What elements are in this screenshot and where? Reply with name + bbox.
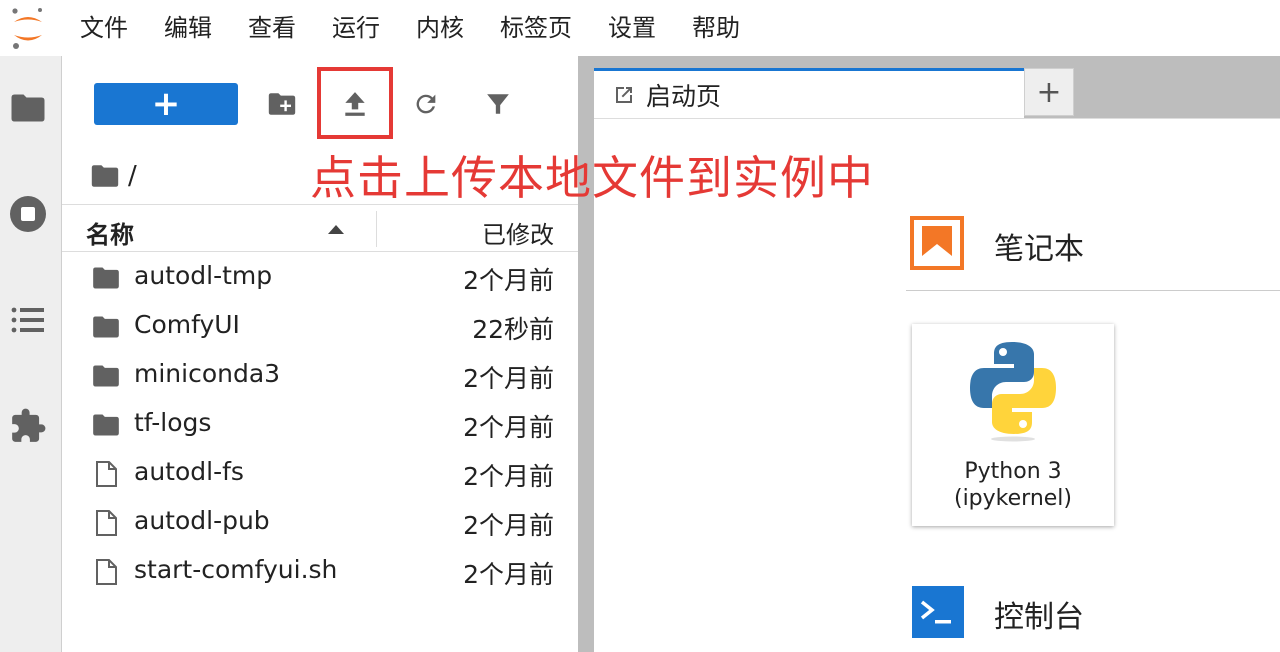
- file-list: autodl-tmp 2个月前 ComfyUI 22秒前 miniconda3 …: [62, 253, 578, 596]
- add-tab-button[interactable]: +: [1024, 68, 1074, 116]
- file-row-comfyui[interactable]: ComfyUI 22秒前: [62, 302, 578, 351]
- folder-icon: [93, 267, 119, 289]
- column-modified-header[interactable]: 已修改: [482, 215, 554, 250]
- notebook-bookmark-icon: [910, 216, 964, 270]
- new-folder-icon[interactable]: [264, 86, 300, 122]
- folder-icon: [93, 414, 119, 436]
- menu-bar: 文件 编辑 查看 运行 内核 标签页 设置 帮助: [0, 0, 1280, 56]
- file-name: miniconda3: [134, 359, 281, 388]
- kernel-label: Python 3 (ipykernel): [912, 458, 1114, 512]
- file-toolbar: +: [62, 56, 578, 152]
- puzzle-icon[interactable]: [8, 406, 48, 446]
- sort-ascending-icon[interactable]: [328, 225, 344, 234]
- main-menu: 文件 编辑 查看 运行 内核 标签页 设置 帮助: [62, 0, 758, 56]
- refresh-icon[interactable]: [408, 86, 444, 122]
- folder-icon[interactable]: [8, 88, 48, 128]
- column-divider[interactable]: [376, 211, 377, 247]
- tab-label: 启动页: [646, 82, 722, 111]
- python-logo-icon: [970, 342, 1056, 442]
- tab-launcher[interactable]: 启动页: [594, 68, 1024, 120]
- file-name: autodl-tmp: [134, 261, 273, 290]
- tab-bar: 启动页 +: [594, 56, 1280, 120]
- python3-kernel-card[interactable]: Python 3 (ipykernel): [912, 324, 1114, 526]
- tab-divider: [594, 118, 1280, 119]
- file-modified: 2个月前: [463, 511, 554, 540]
- file-icon: [96, 461, 117, 487]
- file-name: start-comfyui.sh: [134, 555, 338, 584]
- file-row-miniconda3[interactable]: miniconda3 2个月前: [62, 351, 578, 400]
- file-name: ComfyUI: [134, 310, 240, 339]
- menu-edit[interactable]: 编辑: [146, 0, 230, 56]
- breadcrumb: /: [90, 152, 137, 200]
- filter-icon[interactable]: [480, 86, 516, 122]
- breadcrumb-folder-icon[interactable]: [90, 164, 120, 188]
- launcher-icon: [616, 87, 632, 103]
- menu-file[interactable]: 文件: [62, 0, 146, 56]
- kernel-name: Python 3: [964, 459, 1062, 484]
- file-row-tf-logs[interactable]: tf-logs 2个月前: [62, 400, 578, 449]
- list-icon[interactable]: [8, 300, 48, 340]
- file-icon: [96, 510, 117, 536]
- stop-circle-icon[interactable]: [8, 194, 48, 234]
- menu-settings[interactable]: 设置: [590, 0, 674, 56]
- menu-tabs[interactable]: 标签页: [482, 0, 590, 56]
- file-row-autodl-fs[interactable]: autodl-fs 2个月前: [62, 449, 578, 498]
- file-row-autodl-pub[interactable]: autodl-pub 2个月前: [62, 498, 578, 547]
- terminal-icon: [912, 586, 964, 638]
- menu-run[interactable]: 运行: [314, 0, 398, 56]
- file-name: tf-logs: [134, 408, 212, 437]
- new-launcher-button[interactable]: +: [94, 83, 238, 125]
- file-list-header: 名称 已修改: [62, 204, 578, 252]
- console-title: 控制台: [994, 600, 1084, 635]
- file-row-start-comfyui[interactable]: start-comfyui.sh 2个月前: [62, 547, 578, 596]
- file-modified: 2个月前: [463, 462, 554, 491]
- breadcrumb-root[interactable]: /: [128, 161, 137, 191]
- file-row-autodl-tmp[interactable]: autodl-tmp 2个月前: [62, 253, 578, 302]
- folder-icon: [93, 365, 119, 387]
- file-modified: 2个月前: [463, 266, 554, 295]
- section-divider: [906, 290, 1280, 291]
- file-name: autodl-fs: [134, 457, 244, 486]
- file-modified: 22秒前: [472, 315, 554, 344]
- menu-kernel[interactable]: 内核: [398, 0, 482, 56]
- file-icon: [96, 559, 117, 585]
- activity-bar: [0, 56, 62, 652]
- upload-annotation-text: 点击上传本地文件到实例中: [310, 151, 874, 205]
- file-modified: 2个月前: [463, 413, 554, 442]
- file-name: autodl-pub: [134, 506, 270, 535]
- file-modified: 2个月前: [463, 560, 554, 589]
- console-section: 控制台: [912, 586, 1084, 642]
- notebook-title: 笔记本: [994, 232, 1084, 267]
- menu-view[interactable]: 查看: [230, 0, 314, 56]
- file-modified: 2个月前: [463, 364, 554, 393]
- upload-highlight-box: [317, 67, 393, 139]
- kernel-sub: (ipykernel): [953, 486, 1072, 511]
- jupyter-logo-icon[interactable]: [10, 6, 46, 50]
- menu-help[interactable]: 帮助: [674, 0, 758, 56]
- column-name-header[interactable]: 名称: [86, 215, 134, 250]
- folder-icon: [93, 316, 119, 338]
